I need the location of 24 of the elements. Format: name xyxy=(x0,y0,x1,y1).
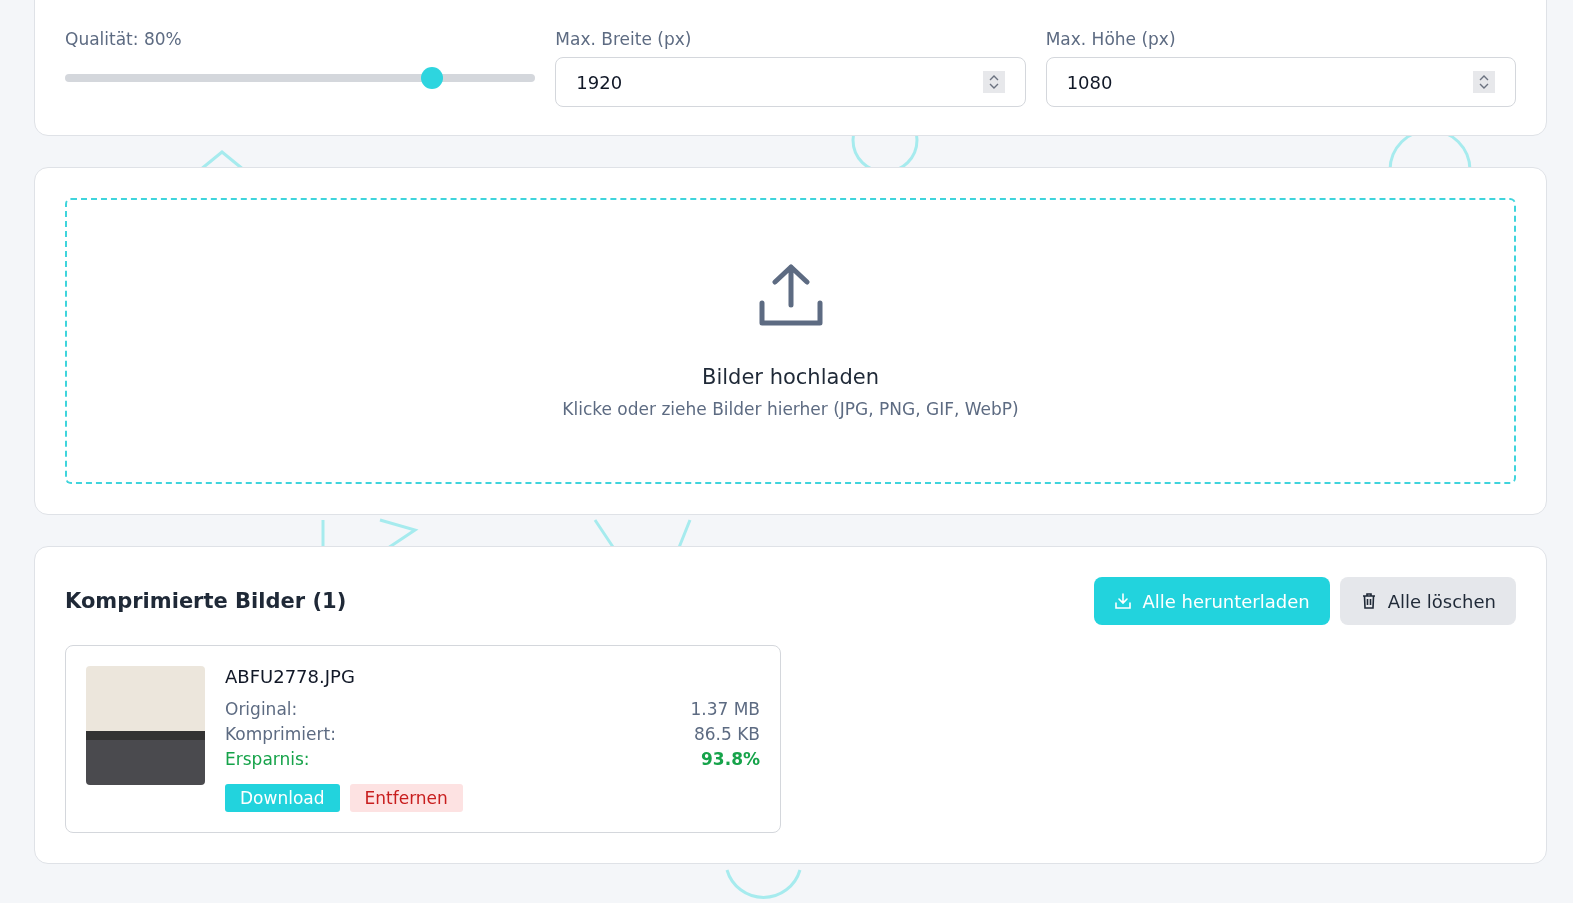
upload-icon xyxy=(757,263,824,327)
stat-label: Original: xyxy=(225,698,298,721)
stat-value: 93.8% xyxy=(701,748,760,771)
download-icon xyxy=(1114,592,1133,610)
upload-hint: Klicke oder ziehe Bilder hierher (JPG, PNG, GIF, WebP) xyxy=(562,399,1019,419)
number-field[interactable]: 1920 xyxy=(555,57,1026,107)
spinner-icon[interactable] xyxy=(1473,71,1495,93)
number-field[interactable]: 1080 xyxy=(1045,57,1516,107)
quality-slider[interactable] xyxy=(65,67,536,89)
stat-value: 1.37 MB xyxy=(690,698,760,721)
field-label: Max. Höhe (px) xyxy=(1045,29,1177,49)
spinner-icon[interactable] xyxy=(982,71,1005,93)
delete-all-button[interactable]: Alle löschen xyxy=(1339,577,1516,625)
file-name: ABFU2778.JPG xyxy=(225,666,356,687)
remove-button[interactable]: Entfernen xyxy=(349,784,463,812)
stat-label: Ersparnis: xyxy=(225,748,310,771)
upload-title: Bilder hochladen xyxy=(702,365,879,389)
quality-label: Qualität: 80% xyxy=(65,29,183,49)
stat-label: Komprimiert: xyxy=(225,723,336,746)
slider-thumb[interactable] xyxy=(420,67,443,89)
stat-value: 86.5 KB xyxy=(693,723,760,746)
upload-dropzone[interactable]: Bilder hochladen Klicke oder ziehe Bilder hierher (JPG, PNG, GIF, WebP) xyxy=(65,198,1516,484)
section-title: Komprimierte Bilder (1) xyxy=(65,589,347,613)
field-label: Max. Breite (px) xyxy=(555,29,693,49)
